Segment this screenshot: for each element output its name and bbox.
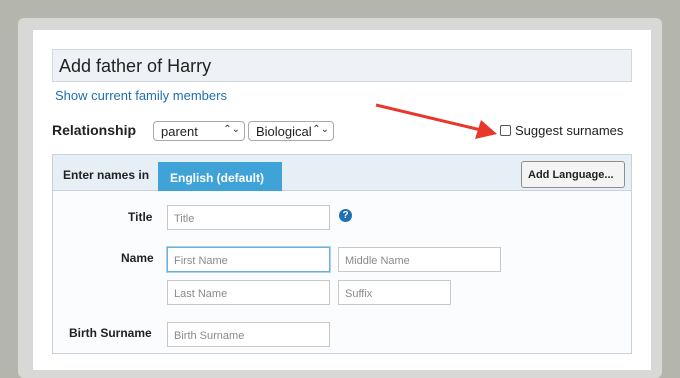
relationship-type-value: parent bbox=[161, 124, 198, 139]
title-input[interactable]: Title bbox=[167, 205, 330, 230]
add-person-dialog: Add father of Harry Show current family … bbox=[33, 30, 651, 370]
suffix-input[interactable]: Suffix bbox=[338, 280, 451, 305]
names-header: Enter names in English (default) Add Lan… bbox=[53, 155, 631, 191]
chevron-updown-icon: ⌃⌄ bbox=[223, 124, 240, 135]
relationship-kind-select[interactable]: Biological ⌃⌄ bbox=[248, 121, 334, 141]
show-family-members-link[interactable]: Show current family members bbox=[55, 88, 227, 103]
chevron-updown-icon: ⌃⌄ bbox=[312, 124, 329, 135]
tab-english-default[interactable]: English (default) bbox=[158, 162, 282, 191]
relationship-type-select[interactable]: parent ⌃⌄ bbox=[153, 121, 245, 141]
suggest-surnames-label: Suggest surnames bbox=[515, 123, 624, 138]
birth-surname-input[interactable]: Birth Surname bbox=[167, 322, 330, 347]
red-arrow-annotation bbox=[375, 103, 497, 139]
last-name-input[interactable]: Last Name bbox=[167, 280, 330, 305]
suggest-surnames[interactable]: Suggest surnames bbox=[500, 123, 623, 138]
add-language-button[interactable]: Add Language... bbox=[521, 161, 625, 188]
question-icon[interactable]: ? bbox=[339, 209, 352, 222]
middle-name-input[interactable]: Middle Name bbox=[338, 247, 501, 272]
first-name-input[interactable]: First Name bbox=[167, 247, 330, 272]
dialog-title: Add father of Harry bbox=[52, 49, 632, 82]
birth-surname-label: Birth Surname bbox=[69, 326, 152, 340]
relationship-label: Relationship bbox=[52, 122, 137, 138]
name-label: Name bbox=[121, 251, 154, 265]
suggest-surnames-checkbox[interactable] bbox=[500, 125, 511, 136]
relationship-kind-value: Biological bbox=[256, 124, 312, 139]
title-label: Title bbox=[128, 210, 153, 224]
enter-names-label: Enter names in bbox=[63, 168, 150, 182]
